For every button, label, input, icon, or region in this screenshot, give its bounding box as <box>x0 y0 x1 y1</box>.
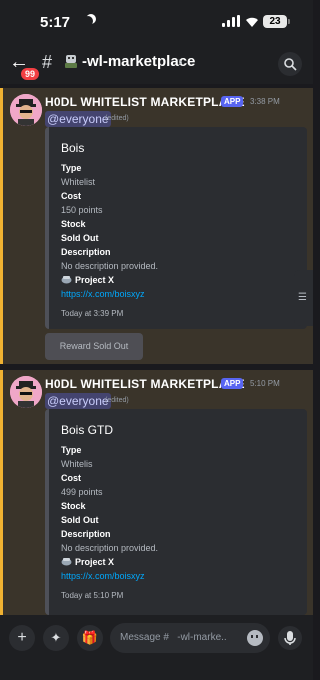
stock-label: Stock <box>61 219 86 229</box>
robot-emoji-icon <box>65 55 77 68</box>
signal-icon <box>222 15 240 27</box>
embed-title: Bois <box>61 141 85 155</box>
message-author[interactable]: H0DL WHITELIST MARKETPLACE <box>45 377 245 391</box>
cost-value: 499 points <box>61 487 103 497</box>
project-name: Project X <box>75 557 115 567</box>
thread-list-tab[interactable]: ☰ <box>294 270 313 326</box>
everyone-mention[interactable]: @everyone <box>45 111 111 127</box>
embed-title: Bois GTD <box>61 423 114 437</box>
message-timestamp: 5:10 PM <box>250 379 280 388</box>
type-value: Whitelist <box>61 177 96 187</box>
message-embed: Bois Type Whitelist Cost 150 points Stoc… <box>45 127 307 329</box>
app-tag: APP <box>221 96 244 107</box>
status-bar: 5:17 23 <box>0 0 313 44</box>
unread-badge: 99 <box>19 66 42 82</box>
type-value: Whitelis <box>61 459 93 469</box>
wifi-icon <box>246 17 258 27</box>
description-value: No description provided. <box>61 543 159 553</box>
project-line: Project X <box>61 556 114 568</box>
message-item[interactable]: H0DL WHITELIST MARKETPLACE APP 5:10 PM @… <box>0 370 313 615</box>
emoji-icon[interactable] <box>247 630 263 646</box>
cost-label: Cost <box>61 191 81 201</box>
type-label: Type <box>61 163 82 173</box>
stock-value: Sold Out <box>61 233 99 243</box>
message-input-placeholder: Message # -wl-marke.. <box>120 632 227 643</box>
gift-icon[interactable]: 🎁 <box>77 625 103 651</box>
microphone-icon[interactable] <box>278 626 302 650</box>
stock-label: Stock <box>61 501 86 511</box>
chevron-right-icon[interactable]: › <box>178 53 183 69</box>
message-embed: Bois GTD Type Whitelis Cost 499 points S… <box>45 409 307 615</box>
project-name: Project X <box>75 275 115 285</box>
message-input[interactable]: Message # -wl-marke.. <box>110 623 270 653</box>
thread-list-icon: ☰ <box>298 292 307 303</box>
nft-emoji-icon <box>61 558 72 566</box>
nft-emoji-icon <box>61 276 72 284</box>
project-link[interactable]: https://x.com/boisxyz <box>61 288 145 300</box>
embed-footer: Today at 5:10 PM <box>61 591 124 600</box>
status-time: 5:17 <box>40 14 71 31</box>
reward-sold-out-button[interactable]: Reward Sold Out <box>45 333 143 360</box>
everyone-mention[interactable]: @everyone <box>45 393 111 409</box>
channel-header: ← 99 # -wl-marketplace › <box>0 44 313 84</box>
message-composer: + ✦ 🎁 Message # -wl-marke.. <box>0 615 313 680</box>
project-link[interactable]: https://x.com/boisxyz <box>61 570 145 582</box>
embed-footer: Today at 3:39 PM <box>61 309 124 318</box>
search-icon <box>284 58 297 71</box>
app-tag: APP <box>221 378 244 389</box>
project-line: Project X <box>61 274 114 286</box>
description-label: Description <box>61 247 111 257</box>
message-author[interactable]: H0DL WHITELIST MARKETPLACE <box>45 95 245 109</box>
avatar[interactable] <box>10 94 42 126</box>
search-button[interactable] <box>278 52 302 76</box>
description-value: No description provided. <box>61 261 159 271</box>
message-timestamp: 3:38 PM <box>250 97 280 106</box>
plus-icon[interactable]: + <box>9 625 35 651</box>
channel-hash-icon: # <box>42 52 53 72</box>
type-label: Type <box>61 445 82 455</box>
cost-label: Cost <box>61 473 81 483</box>
edited-label: (edited) <box>105 115 129 122</box>
moon-icon <box>83 16 93 26</box>
message-item[interactable]: H0DL WHITELIST MARKETPLACE APP 3:38 PM @… <box>0 88 313 364</box>
edited-label: (edited) <box>105 397 129 404</box>
avatar[interactable] <box>10 376 42 408</box>
cost-value: 150 points <box>61 205 103 215</box>
stock-value: Sold Out <box>61 515 99 525</box>
apps-icon[interactable]: ✦ <box>43 625 69 651</box>
description-label: Description <box>61 529 111 539</box>
battery-icon: 23 <box>263 15 290 28</box>
